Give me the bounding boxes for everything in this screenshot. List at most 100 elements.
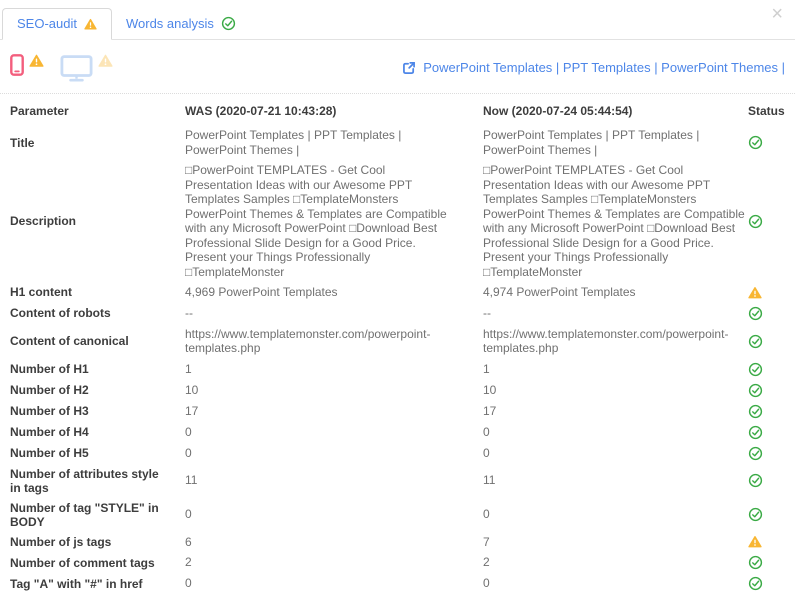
status-cell xyxy=(748,383,785,398)
was-value: 0 xyxy=(185,424,192,439)
table-row: Number of comment tags 2 2 xyxy=(10,552,785,573)
status-ok-icon xyxy=(748,446,763,460)
table-row: Number of attributes style in tags 11 11 xyxy=(10,464,785,498)
column-header-was: WAS (2020-07-21 10:43:28) xyxy=(185,104,337,118)
status-cell xyxy=(748,286,785,299)
table-row: Number of js tags 6 7 xyxy=(10,532,785,553)
table-row: Tag "A" with "#" in href 0 0 xyxy=(10,573,785,594)
table-row: Title PowerPoint Templates | PPT Template… xyxy=(10,125,785,160)
toolbar: PowerPoint Templates | PPT Templates | P… xyxy=(0,40,795,93)
status-cell xyxy=(748,535,785,548)
table-row: Number of H3 17 17 xyxy=(10,401,785,422)
status-cell xyxy=(748,214,785,229)
status-ok-icon xyxy=(748,555,763,570)
device-switcher xyxy=(10,53,113,82)
tab-label: Words analysis xyxy=(125,16,214,31)
parameter-label: Number of H2 xyxy=(10,383,89,397)
was-value: 17 xyxy=(185,403,199,418)
check-circle-icon xyxy=(221,16,236,31)
tab-bar: SEO-audit Words analysis xyxy=(0,0,795,40)
was-value: 0 xyxy=(185,445,192,460)
status-cell xyxy=(748,576,785,591)
now-value: 0 xyxy=(483,576,490,591)
external-link-icon xyxy=(402,61,416,75)
now-value: 11 xyxy=(483,473,496,488)
table-row: Number of H2 10 10 xyxy=(10,380,785,401)
status-cell xyxy=(748,446,785,461)
parameter-label: Number of H1 xyxy=(10,362,89,376)
status-ok-icon xyxy=(748,473,763,488)
now-value: 17 xyxy=(483,403,497,418)
status-ok-icon xyxy=(748,334,763,348)
was-value: 0 xyxy=(185,507,192,522)
tab-label: SEO-audit xyxy=(17,16,77,31)
status-ok-icon xyxy=(748,383,763,397)
audit-table: Parameter WAS (2020-07-21 10:43:28) Now … xyxy=(10,94,785,594)
parameter-label: Number of attributes style in tags xyxy=(10,466,159,495)
status-ok-icon xyxy=(748,425,763,439)
table-row: H1 content 4,969 PowerPoint Templates 4,97… xyxy=(10,282,785,303)
status-cell xyxy=(748,334,785,349)
table-row: Number of H1 1 1 xyxy=(10,359,785,380)
mobile-icon[interactable] xyxy=(10,53,24,77)
status-cell xyxy=(748,362,785,377)
now-value: 4,974 PowerPoint Templates xyxy=(483,285,636,299)
status-cell xyxy=(748,135,785,150)
status-ok-icon xyxy=(748,404,763,418)
tab-words-analysis[interactable]: Words analysis xyxy=(112,9,250,39)
status-warning-icon xyxy=(748,536,762,548)
now-value: 10 xyxy=(483,382,497,397)
audit-table-body: Title PowerPoint Templates | PPT Template… xyxy=(10,125,785,594)
was-value: 0 xyxy=(185,576,192,591)
parameter-label: Number of H3 xyxy=(10,404,89,418)
now-value: 7 xyxy=(483,534,490,549)
table-row: Number of tag "STYLE" in BODY 0 0 xyxy=(10,498,785,532)
now-value: 0 xyxy=(483,445,490,460)
was-value: -- xyxy=(185,305,193,320)
parameter-label: Description xyxy=(10,214,77,228)
status-cell xyxy=(748,425,785,440)
was-value: https://www.templatemonster.com/powerpoi… xyxy=(185,326,431,356)
parameter-label: Number of js tags xyxy=(10,534,112,549)
desktop-icon[interactable] xyxy=(60,55,93,82)
parameter-label: Content of robots xyxy=(10,306,111,320)
table-row: Content of canonical https://www.template… xyxy=(10,324,785,359)
parameter-label: Title xyxy=(10,135,35,150)
seo-audit-panel: × SEO-audit Words analysis PowerPoint Te… xyxy=(0,0,795,594)
audited-page-link[interactable]: PowerPoint Templates | PPT Templates | P… xyxy=(402,60,785,75)
parameter-label: Content of canonical xyxy=(10,334,129,348)
was-value: 1 xyxy=(185,361,192,376)
now-value: -- xyxy=(483,305,491,320)
table-row: Content of robots -- -- xyxy=(10,303,785,324)
table-row: Number of H4 0 0 xyxy=(10,422,785,443)
column-header-parameter: Parameter xyxy=(10,104,69,118)
was-value: 10 xyxy=(185,382,199,397)
status-cell xyxy=(748,306,785,321)
status-ok-icon xyxy=(748,306,763,320)
warning-icon xyxy=(29,54,44,67)
warning-icon xyxy=(84,18,97,30)
status-cell xyxy=(748,555,785,570)
was-value: 4,969 PowerPoint Templates xyxy=(185,285,338,299)
status-cell xyxy=(748,404,785,419)
now-value: 0 xyxy=(483,424,490,439)
status-cell xyxy=(748,507,785,522)
status-cell xyxy=(748,473,785,488)
was-value: 6 xyxy=(185,534,192,549)
status-warning-icon xyxy=(748,286,762,299)
table-header-row: Parameter WAS (2020-07-21 10:43:28) Now … xyxy=(10,94,785,125)
close-icon[interactable]: × xyxy=(771,4,783,24)
status-ok-icon xyxy=(748,214,763,228)
column-header-status: Status xyxy=(748,104,785,118)
tab-seo-audit[interactable]: SEO-audit xyxy=(2,8,112,40)
now-value: 1 xyxy=(483,361,490,376)
parameter-label: Number of H4 xyxy=(10,425,89,439)
table-row: Description □PowerPoint TEMPLATES - Get C… xyxy=(10,160,785,282)
warning-icon-muted xyxy=(98,54,113,67)
audited-page-link-label: PowerPoint Templates | PPT Templates | P… xyxy=(423,60,785,75)
status-ok-icon xyxy=(748,576,763,591)
was-value: □PowerPoint TEMPLATES - Get Cool Present… xyxy=(185,163,447,279)
was-value: 2 xyxy=(185,555,192,570)
parameter-label: Number of H5 xyxy=(10,446,89,460)
parameter-label: H1 content xyxy=(10,285,73,300)
